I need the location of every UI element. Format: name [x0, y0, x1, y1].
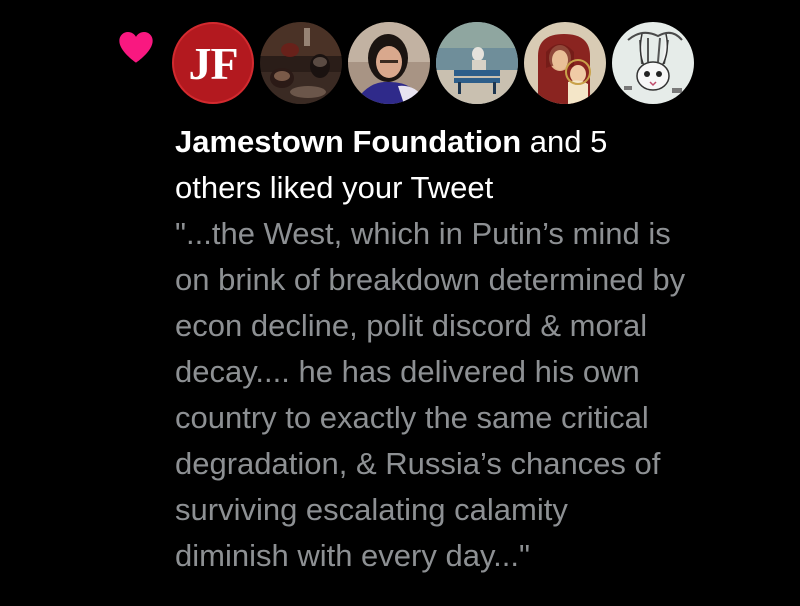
tweet-text[interactable]: "...the West, which in Putin’s mind is o… [175, 211, 775, 579]
avatar-rabbit-illustration[interactable] [612, 22, 694, 104]
avatar-logo-text: JF [188, 37, 238, 89]
avatar-bench-image [436, 22, 518, 104]
avatar-religious-icon[interactable] [524, 22, 606, 104]
actor-suffix: and 5 [521, 124, 608, 159]
actor-name-link[interactable]: Jamestown Foundation [175, 124, 521, 159]
avatar-woman[interactable] [348, 22, 430, 104]
avatar-rabbit-image [612, 22, 694, 104]
avatar-woman-image [348, 22, 430, 104]
notification-headline: Jamestown Foundation and 5 others liked … [175, 119, 775, 211]
avatar-icon-painting-image [524, 22, 606, 104]
avatar-wine-glasses-image [260, 22, 342, 104]
avatar-bench-by-water[interactable] [436, 22, 518, 104]
notification-content[interactable]: Jamestown Foundation and 5 others liked … [175, 119, 775, 579]
heart-icon [119, 32, 153, 63]
avatar-wine-glasses[interactable] [260, 22, 342, 104]
avatar-jamestown-foundation[interactable]: JF [172, 22, 254, 104]
action-text: others liked your Tweet [175, 170, 494, 205]
liker-avatars: JF [172, 22, 694, 104]
